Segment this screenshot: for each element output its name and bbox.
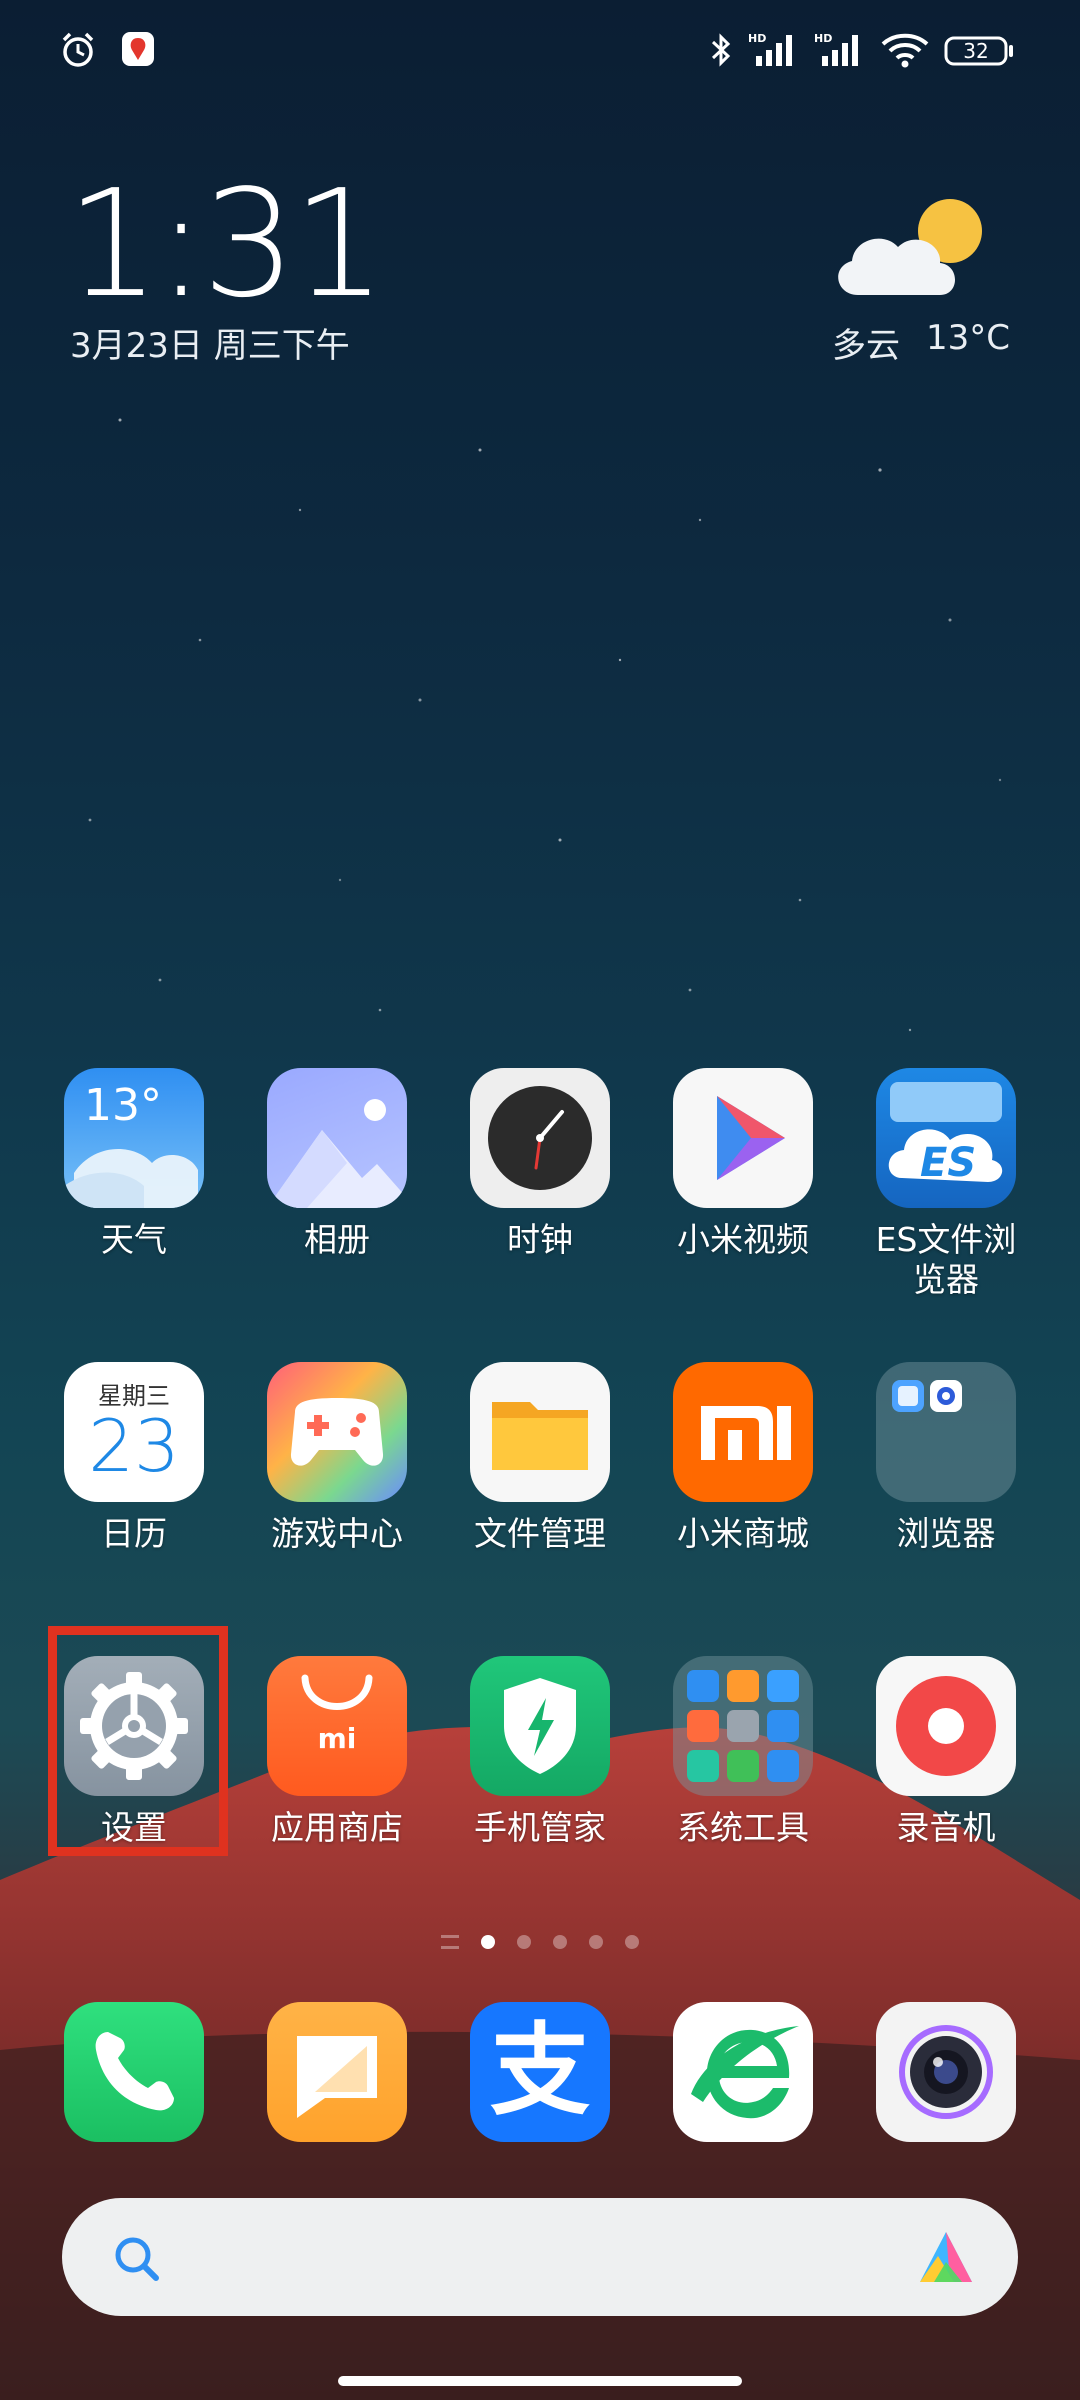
app-label: 文件管理: [474, 1514, 606, 1553]
app-gallery[interactable]: 相册: [252, 1068, 422, 1260]
alipay-glyph: 支: [490, 2012, 590, 2129]
app-label: 浏览器: [896, 1514, 996, 1553]
dock-camera[interactable]: [861, 2002, 1031, 2142]
app-calendar[interactable]: 星期三 23 日历: [49, 1362, 219, 1554]
battery-level: 32: [963, 39, 989, 63]
weather-condition: 多云: [831, 326, 900, 366]
dock-alipay[interactable]: 支: [455, 2002, 625, 2142]
browser-folder-icon: [876, 1362, 1016, 1502]
app-label: 小米商城: [677, 1514, 809, 1553]
game-center-app-icon: [267, 1362, 407, 1502]
app-label: 相册: [304, 1220, 370, 1259]
clock-time[interactable]: 1:31: [66, 170, 386, 318]
app-recorder[interactable]: 录音机: [861, 1656, 1031, 1848]
page-dot-active[interactable]: [481, 1935, 495, 1949]
page-dot[interactable]: [553, 1935, 567, 1949]
app-browser-folder[interactable]: 浏览器: [861, 1362, 1031, 1554]
app-label: 手机管家: [474, 1808, 606, 1847]
app-security[interactable]: 手机管家: [455, 1656, 625, 1848]
home-indicator[interactable]: [338, 2376, 742, 2386]
page-dot[interactable]: [625, 1935, 639, 1949]
app-mi-store[interactable]: 小米商城: [658, 1362, 828, 1554]
phone-app-icon: [64, 2002, 204, 2142]
dock-phone[interactable]: [49, 2002, 219, 2142]
app-label: 应用商店: [271, 1808, 403, 1847]
search-icon[interactable]: [110, 2232, 164, 2290]
recorder-app-icon: [876, 1656, 1016, 1796]
app-label: 游戏中心: [271, 1514, 403, 1553]
app-game-center[interactable]: 游戏中心: [252, 1362, 422, 1554]
bluetooth-icon: [708, 30, 734, 70]
status-bar: HD HD 32: [0, 30, 1080, 80]
file-manager-app-icon: [470, 1362, 610, 1502]
system-tools-folder-icon: [673, 1656, 813, 1796]
app-store[interactable]: mi 应用商店: [252, 1656, 422, 1848]
page-dot[interactable]: [589, 1935, 603, 1949]
weather-summary[interactable]: 多云 13°C: [832, 318, 1010, 367]
page-indicator[interactable]: [0, 1935, 1080, 1949]
app-store-mi-text: mi: [317, 1722, 357, 1755]
app-clock[interactable]: 时钟: [455, 1068, 625, 1260]
dock-messages[interactable]: [252, 2002, 422, 2142]
app-label: 时钟: [507, 1220, 573, 1259]
app-label: 日历: [101, 1514, 167, 1553]
search-bar[interactable]: [62, 2198, 1018, 2316]
alipay-app-icon: 支: [470, 2002, 610, 2142]
svg-text:HD: HD: [814, 32, 832, 45]
messages-app-icon: [267, 2002, 407, 2142]
security-app-icon: [470, 1656, 610, 1796]
notification-app-icon: [120, 30, 156, 70]
app-label: 小米视频: [677, 1220, 809, 1259]
app-label: 录音机: [896, 1808, 996, 1847]
app-file-manager[interactable]: 文件管理: [455, 1362, 625, 1554]
clock-date[interactable]: 3月23日 周三下午: [70, 318, 350, 367]
app-label: 系统工具: [677, 1808, 809, 1847]
app-weather[interactable]: 13° 天气: [49, 1068, 219, 1260]
assistant-icon[interactable]: [914, 2226, 978, 2294]
wifi-icon: [880, 30, 930, 70]
weather-app-icon: 13°: [64, 1068, 204, 1208]
clock-app-icon: [470, 1068, 610, 1208]
alarm-icon: [58, 30, 98, 70]
svg-text:HD: HD: [748, 32, 766, 45]
page-dot[interactable]: [517, 1935, 531, 1949]
page-indicator-feed[interactable]: [441, 1935, 459, 1949]
app-system-tools-folder[interactable]: 系统工具: [658, 1656, 828, 1848]
gallery-app-icon: [267, 1068, 407, 1208]
settings-highlight-box: [48, 1626, 228, 1856]
calendar-app-icon: 星期三 23: [64, 1362, 204, 1502]
es-file-explorer-icon: ES: [876, 1068, 1016, 1208]
app-label: ES文件浏 览器: [875, 1220, 1017, 1299]
app-mi-video[interactable]: 小米视频: [658, 1068, 828, 1260]
app-es-file-explorer[interactable]: ES ES文件浏 览器: [861, 1068, 1031, 1300]
app-store-app-icon: mi: [267, 1656, 407, 1796]
battery-icon: 32: [944, 30, 1016, 70]
app-label: 天气: [101, 1220, 167, 1259]
signal-hd-2-icon: HD: [814, 30, 866, 70]
signal-hd-1-icon: HD: [748, 30, 800, 70]
calendar-day: 23: [88, 1404, 180, 1488]
mi-store-app-icon: [673, 1362, 813, 1502]
dock-ie-browser[interactable]: [658, 2002, 828, 2142]
mi-video-app-icon: [673, 1068, 813, 1208]
weather-app-temp: 13°: [84, 1080, 162, 1131]
es-logo-text: ES: [920, 1140, 977, 1186]
ie-browser-app-icon: [673, 2002, 813, 2142]
weather-temperature: 13°C: [925, 318, 1010, 358]
camera-app-icon: [876, 2002, 1016, 2142]
